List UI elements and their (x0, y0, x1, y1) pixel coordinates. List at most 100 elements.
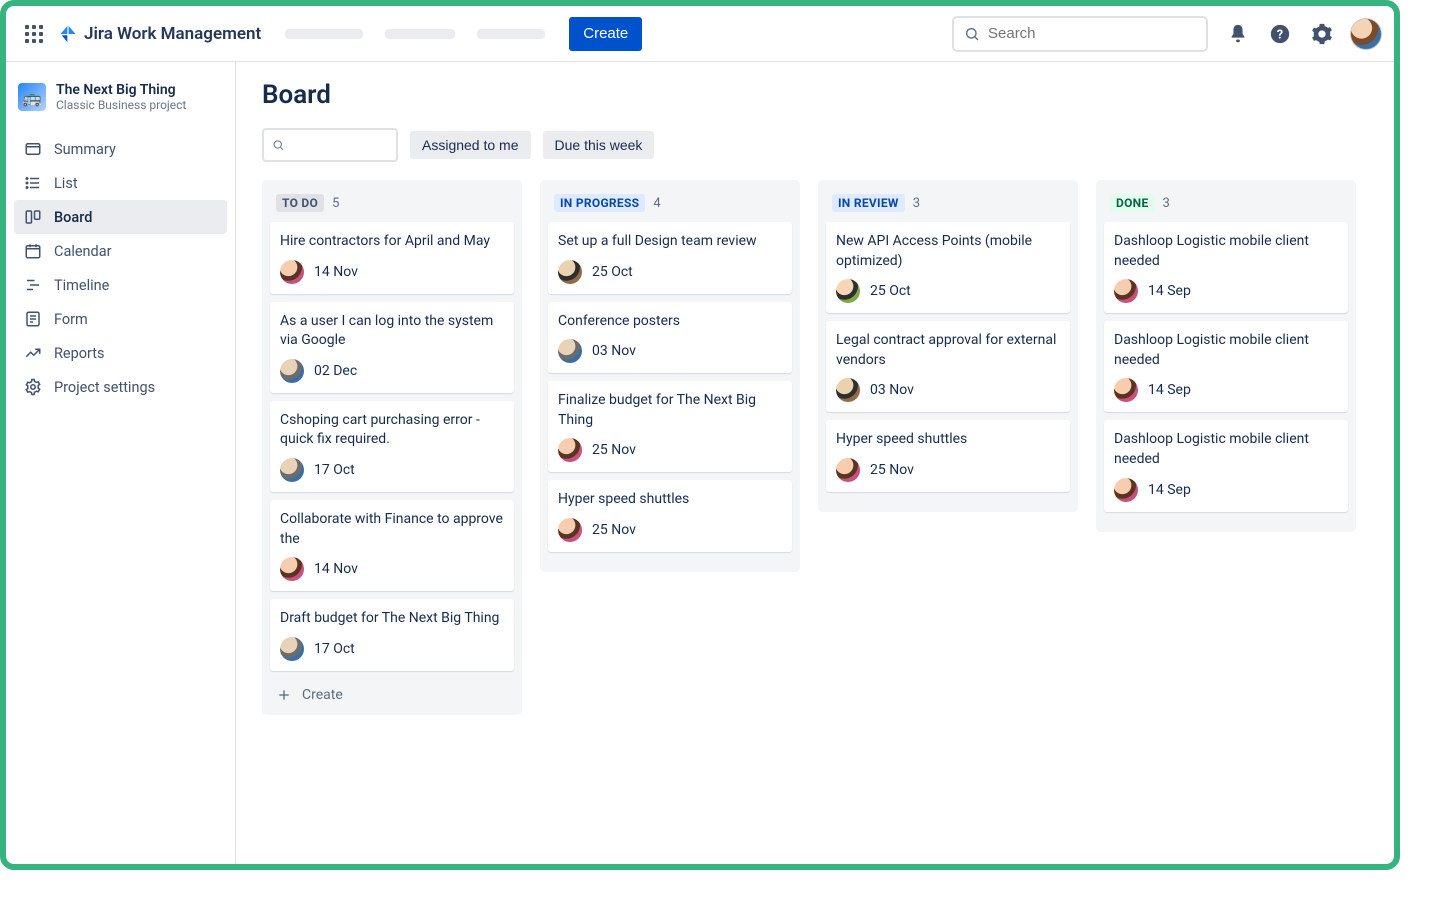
card-meta: 14 Sep (1114, 378, 1338, 402)
assignee-avatar[interactable] (280, 260, 304, 284)
card[interactable]: As a user I can log into the system via … (270, 302, 514, 393)
assignee-avatar[interactable] (280, 359, 304, 383)
column-header[interactable]: DONE3 (1104, 190, 1348, 222)
card[interactable]: New API Access Points (mobile optimized)… (826, 222, 1070, 313)
bell-icon (1227, 23, 1249, 45)
sidebar-item-timeline[interactable]: Timeline (14, 268, 227, 302)
sidebar-item-summary[interactable]: Summary (14, 132, 227, 166)
filter-bar: Assigned to me Due this week (262, 128, 1368, 162)
card[interactable]: Dashloop Logistic mobile client needed 14… (1104, 321, 1348, 412)
card-title: Dashloop Logistic mobile client needed (1114, 331, 1338, 370)
create-card-button[interactable]: Create (270, 679, 514, 703)
card[interactable]: Hyper speed shuttles25 Nov (548, 480, 792, 552)
sidebar-item-label: Reports (54, 345, 105, 362)
search-icon (272, 138, 285, 152)
board-icon (24, 208, 42, 226)
card[interactable]: Legal contract approval for external ven… (826, 321, 1070, 412)
card[interactable]: Hire contractors for April and May14 Nov (270, 222, 514, 294)
sidebar-item-calendar[interactable]: Calendar (14, 234, 227, 268)
create-button[interactable]: Create (569, 17, 642, 51)
assignee-avatar[interactable] (558, 260, 582, 284)
assignee-avatar[interactable] (280, 557, 304, 581)
project-type: Classic Business project (56, 98, 186, 112)
column-count: 4 (653, 196, 660, 211)
settings-button[interactable] (1308, 20, 1336, 48)
plus-icon (276, 687, 292, 703)
column-header[interactable]: IN PROGRESS 4 (548, 190, 792, 222)
profile-avatar[interactable] (1350, 18, 1382, 50)
search-input[interactable] (988, 25, 1196, 42)
assignee-avatar[interactable] (1114, 378, 1138, 402)
global-search[interactable] (952, 16, 1208, 52)
card-date: 03 Nov (592, 343, 636, 359)
assignee-avatar[interactable] (836, 378, 860, 402)
card[interactable]: Hyper speed shuttles25 Nov (826, 420, 1070, 492)
sidebar: 🚌 The Next Big Thing Classic Business pr… (6, 62, 236, 864)
card-date: 17 Oct (314, 462, 355, 478)
assignee-avatar[interactable] (836, 279, 860, 303)
board-search[interactable] (262, 128, 398, 162)
timeline-icon (24, 276, 42, 294)
card-date: 17 Oct (314, 641, 355, 657)
assignee-avatar[interactable] (280, 637, 304, 661)
card[interactable]: Finalize budget for The Next Big Thing25… (548, 381, 792, 472)
filter-due-this-week[interactable]: Due this week (543, 131, 655, 159)
calendar-icon (24, 242, 42, 260)
card-title: Dashloop Logistic mobile client needed (1114, 232, 1338, 271)
card-title: Collaborate with Finance to approve the (280, 510, 504, 549)
project-icon: 🚌 (18, 83, 46, 111)
reports-icon (24, 344, 42, 362)
sidebar-item-list[interactable]: List (14, 166, 227, 200)
card-meta: 25 Nov (558, 438, 782, 462)
sidebar-item-label: Calendar (54, 243, 112, 260)
card-meta: 14 Sep (1114, 478, 1338, 502)
card[interactable]: Set up a full Design team review25 Oct (548, 222, 792, 294)
sidebar-item-board[interactable]: Board (14, 200, 227, 234)
assignee-avatar[interactable] (1114, 478, 1138, 502)
sidebar-item-label: Board (54, 209, 92, 226)
column-header[interactable]: TO DO5 (270, 190, 514, 222)
card-title: As a user I can log into the system via … (280, 312, 504, 351)
assignee-avatar[interactable] (836, 458, 860, 482)
product-logo[interactable]: Jira Work Management (58, 24, 261, 44)
card[interactable]: Dashloop Logistic mobile client needed 14… (1104, 420, 1348, 511)
card-meta: 14 Nov (280, 557, 504, 581)
column-todo: TO DO5Hire contractors for April and May… (262, 180, 522, 715)
column-count: 5 (332, 196, 339, 211)
assignee-avatar[interactable] (1114, 279, 1138, 303)
filter-assigned-to-me[interactable]: Assigned to me (410, 131, 531, 159)
help-button[interactable]: ? (1266, 20, 1294, 48)
sidebar-item-reports[interactable]: Reports (14, 336, 227, 370)
jira-logo-icon (58, 24, 78, 44)
app-switcher-button[interactable] (18, 18, 50, 50)
card-meta: 02 Dec (280, 359, 504, 383)
gear-icon (1311, 23, 1333, 45)
card[interactable]: Dashloop Logistic mobile client needed14… (1104, 222, 1348, 313)
card-date: 25 Nov (592, 442, 636, 458)
card-title: Dashloop Logistic mobile client needed (1114, 430, 1338, 469)
card-meta: 03 Nov (558, 339, 782, 363)
card-title: Hyper speed shuttles (836, 430, 1060, 450)
card[interactable]: Collaborate with Finance to approve the 1… (270, 500, 514, 591)
card[interactable]: Conference posters03 Nov (548, 302, 792, 374)
assignee-avatar[interactable] (558, 518, 582, 542)
product-name: Jira Work Management (84, 24, 261, 44)
column-title: IN PROGRESS (554, 194, 645, 212)
assignee-avatar[interactable] (558, 339, 582, 363)
notifications-button[interactable] (1224, 20, 1252, 48)
card[interactable]: Draft budget for The Next Big Thing17 Oc… (270, 599, 514, 671)
sidebar-item-project-settings[interactable]: Project settings (14, 370, 227, 404)
sidebar-item-form[interactable]: Form (14, 302, 227, 336)
project-name: The Next Big Thing (56, 82, 186, 98)
board-search-input[interactable] (285, 138, 389, 153)
kanban-board: TO DO5Hire contractors for April and May… (262, 180, 1368, 715)
column-done: DONE3 Dashloop Logistic mobile client nee… (1096, 180, 1356, 532)
assignee-avatar[interactable] (558, 438, 582, 462)
assignee-avatar[interactable] (280, 458, 304, 482)
page-title: Board (262, 80, 1368, 110)
project-header[interactable]: 🚌 The Next Big Thing Classic Business pr… (14, 78, 227, 124)
column-header[interactable]: IN REVIEW3 (826, 190, 1070, 222)
card[interactable]: Cshoping cart purchasing error - quick f… (270, 401, 514, 492)
card-meta: 14 Nov (280, 260, 504, 284)
card-date: 14 Sep (1148, 482, 1191, 498)
